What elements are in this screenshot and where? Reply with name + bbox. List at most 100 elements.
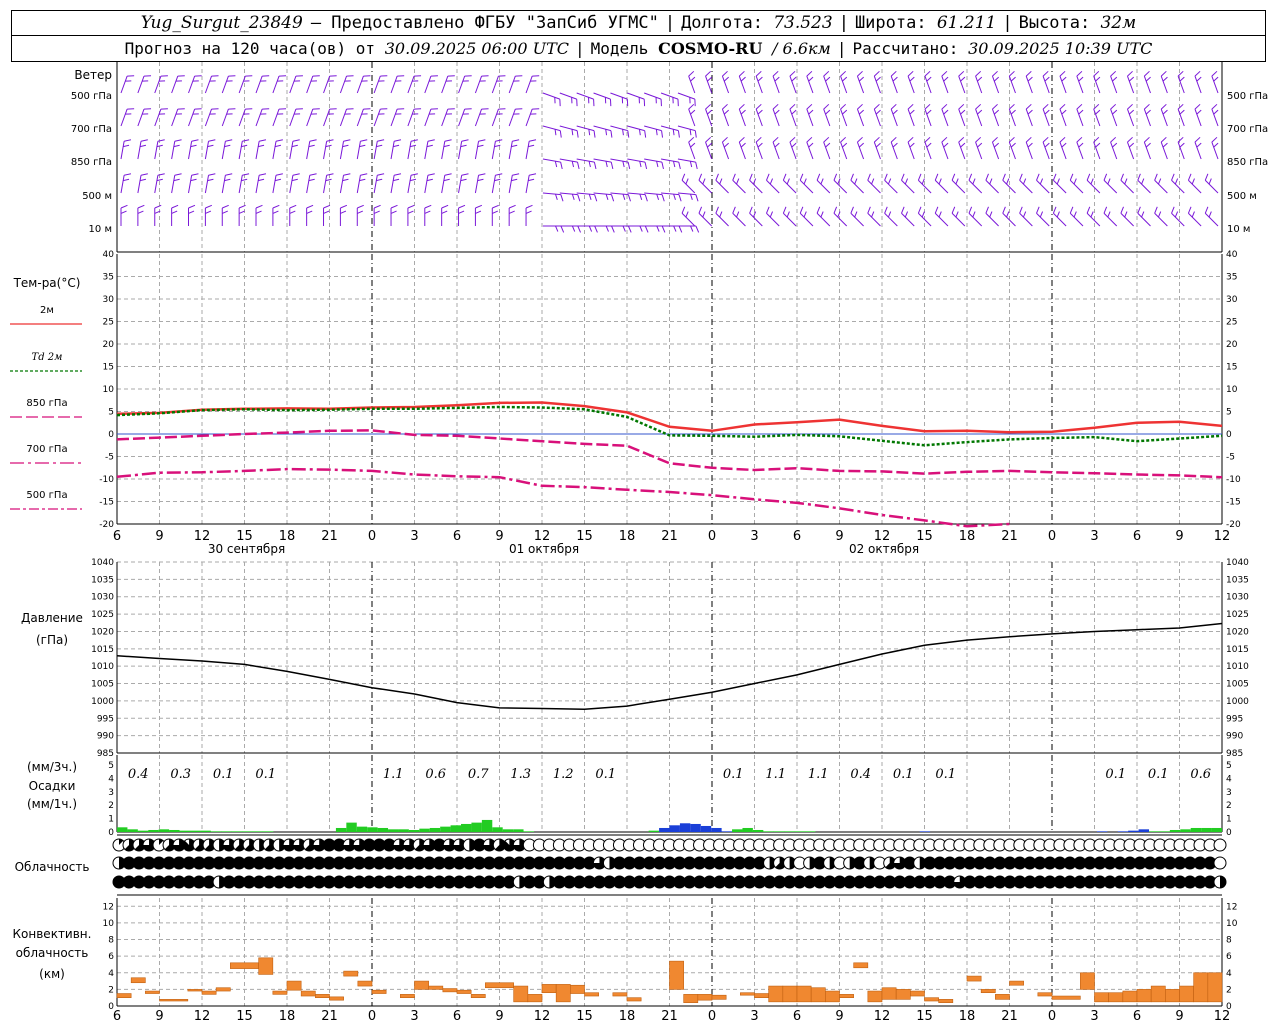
- precip-3h-total: 1.1: [765, 767, 786, 782]
- conv-ytick-left: 12: [103, 902, 114, 912]
- wind-barb-feather: [690, 142, 696, 148]
- wind-barb: [884, 179, 898, 194]
- temp-hour-tick: 9: [495, 529, 503, 544]
- wind-barb: [255, 75, 263, 94]
- wind-barb-feather: [1086, 206, 1091, 214]
- precip-bar: [346, 822, 357, 832]
- precip-bar: [1201, 827, 1212, 832]
- wind-barb-feather: [1008, 136, 1015, 143]
- wind-barb-feather: [394, 173, 402, 176]
- wind-barb: [407, 75, 415, 94]
- wind-barb-feather: [1194, 136, 1201, 143]
- wind-barb-feather: [858, 142, 865, 148]
- wind-barb-feather: [1042, 70, 1049, 77]
- wind-barb: [424, 75, 432, 94]
- conv-cloud-bar: [683, 994, 699, 1003]
- wind-barb-feather: [960, 109, 966, 115]
- conv-ytick-right: 6: [1226, 952, 1232, 962]
- conv-cloud-bar: [230, 962, 259, 969]
- wind-level-label-right: 850 гПа: [1227, 157, 1268, 168]
- precip-3h-total: 0.1: [935, 767, 956, 782]
- wind-barb-feather: [1008, 70, 1015, 77]
- wind-barb-feather: [958, 70, 965, 77]
- conv-hour-tick: 15: [916, 1009, 933, 1024]
- wind-barb-feather: [1127, 70, 1133, 77]
- precip-bar: [242, 831, 253, 832]
- wind-barb-feather: [681, 206, 686, 214]
- wind-barb-feather: [272, 210, 279, 214]
- wind-barb-feather: [1061, 76, 1067, 82]
- wind-title: Ветер: [74, 68, 112, 82]
- wind-barb: [491, 75, 499, 94]
- wind-barb-feather: [904, 178, 909, 185]
- wind-barb-feather: [1069, 173, 1074, 181]
- temp-ytick-left: 40: [103, 250, 115, 260]
- conv-cloud-bar: [442, 988, 458, 993]
- wind-barb: [1086, 179, 1101, 194]
- wind-barb-feather: [806, 136, 813, 143]
- wind-barb: [593, 158, 612, 163]
- wind-barb-feather: [1137, 206, 1141, 214]
- wind-barb: [698, 212, 713, 227]
- wind-barb-feather: [593, 162, 597, 170]
- wind-barb-feather: [1145, 76, 1151, 82]
- precip-bar: [137, 830, 149, 832]
- wind-barb-feather: [715, 173, 719, 181]
- wind-barb-feather: [511, 178, 518, 182]
- wind-barb-feather: [309, 139, 317, 142]
- wind-barb-feather: [892, 109, 898, 115]
- precip-ytick-left: 3: [108, 788, 114, 798]
- temp-hour-tick: 6: [113, 529, 121, 544]
- wind-barb-feather: [529, 139, 537, 142]
- wind-barb: [985, 179, 999, 194]
- wind-barb-feather: [1073, 211, 1077, 218]
- temp-hour-tick: 12: [1214, 529, 1231, 544]
- temp-ytick-right: -10: [1226, 475, 1241, 485]
- wind-barb: [289, 75, 297, 94]
- wind-barb: [120, 141, 125, 160]
- wind-barb-feather: [694, 130, 697, 138]
- wind-barb-feather: [685, 178, 689, 185]
- wind-barb-feather: [977, 109, 983, 115]
- precip-bar: [784, 831, 795, 832]
- precip-bar: [440, 826, 451, 832]
- wind-barb-feather: [325, 144, 332, 148]
- wind-level-label-left: 850 гПа: [71, 157, 112, 168]
- temp-ytick-left: 35: [103, 273, 114, 283]
- wind-barb-feather: [1010, 109, 1016, 115]
- wind-barb-feather: [1022, 211, 1027, 218]
- wind-barb: [339, 108, 348, 127]
- precip-bar: [158, 829, 170, 832]
- wind-barb: [1204, 212, 1219, 227]
- wind-barb-feather: [749, 173, 753, 181]
- wind-barb-feather: [492, 210, 499, 214]
- wind-barb-feather: [1090, 211, 1094, 218]
- precip-bar: [711, 827, 722, 832]
- wind-barb-feather: [842, 76, 848, 82]
- precip-bar: [1180, 829, 1191, 832]
- wind-barb: [901, 212, 915, 227]
- wind-barb: [424, 108, 432, 127]
- pressure-ytick-right: 1005: [1226, 680, 1249, 690]
- pressure-ytick-right: 995: [1226, 714, 1243, 724]
- wind-barb-feather: [494, 178, 501, 182]
- precip-3h-total: 0.3: [170, 767, 191, 782]
- wind-barb-feather: [605, 225, 609, 232]
- wind-barb-feather: [1036, 173, 1040, 181]
- wind-barb: [272, 108, 280, 127]
- wind-barb-feather: [174, 173, 182, 176]
- wind-barb-feather: [1211, 103, 1218, 110]
- wind-barb-feather: [688, 136, 695, 143]
- wind-barb-feather: [1027, 109, 1033, 115]
- conv-cloud-bar: [782, 985, 798, 1003]
- wind-barb: [458, 75, 466, 94]
- wind-barb-feather: [156, 178, 163, 182]
- wind-barb: [644, 192, 663, 196]
- wind-barb-feather: [291, 144, 298, 148]
- wind-barb-feather: [1194, 70, 1201, 77]
- wind-barb: [766, 212, 780, 227]
- wind-barb: [1204, 179, 1219, 194]
- wind-barb-feather: [306, 204, 314, 209]
- pressure-ytick-left: 1010: [91, 662, 114, 672]
- wind-barb-feather: [972, 211, 976, 218]
